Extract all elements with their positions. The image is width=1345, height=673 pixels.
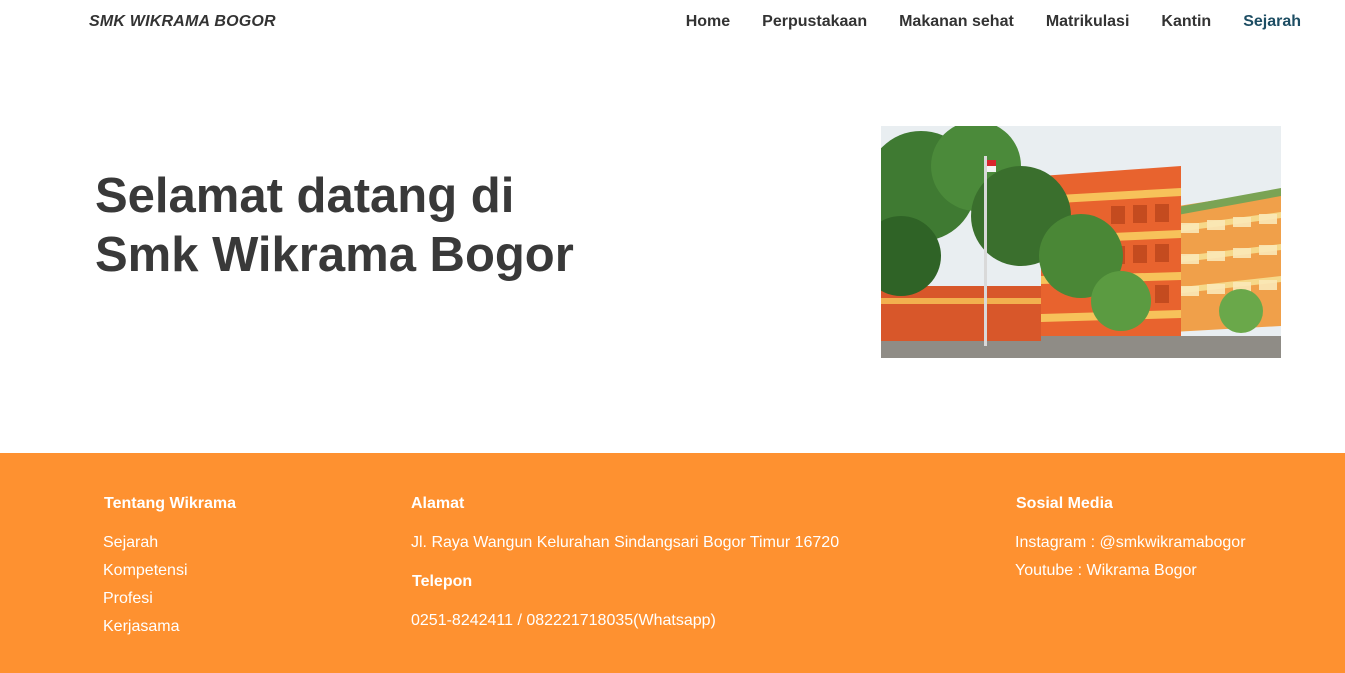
- footer-address-text: Jl. Raya Wangun Kelurahan Sindangsari Bo…: [411, 534, 840, 551]
- nav-link-sejarah[interactable]: Sejarah: [1243, 13, 1301, 31]
- nav-link-matrikulasi[interactable]: Matrikulasi: [1046, 13, 1130, 31]
- footer-link-kompetensi[interactable]: Kompetensi: [103, 562, 188, 580]
- school-building-photo: [881, 126, 1281, 358]
- brand-logo-text[interactable]: SMK WIKRAMA BOGOR: [89, 13, 276, 31]
- nav-link-home[interactable]: Home: [686, 13, 730, 31]
- footer-instagram-link[interactable]: Instagram : @smkwikramabogor: [1015, 534, 1246, 552]
- footer-about-heading: Tentang Wikrama: [104, 495, 237, 512]
- nav-links: Home Perpustakaan Makanan sehat Matrikul…: [654, 13, 1301, 31]
- footer-link-sejarah[interactable]: Sejarah: [103, 534, 158, 552]
- footer: Tentang Wikrama Sejarah Kompetensi Profe…: [0, 453, 1345, 673]
- hero-title-line-2: Smk Wikrama Bogor: [95, 228, 574, 282]
- nav-link-kantin[interactable]: Kantin: [1161, 13, 1211, 31]
- footer-social-heading: Sosial Media: [1016, 495, 1113, 512]
- footer-phone-text: 0251-8242411 / 082221718035(Whatsapp): [411, 612, 716, 629]
- footer-phone-heading: Telepon: [412, 573, 473, 590]
- footer-youtube-link[interactable]: Youtube : Wikrama Bogor: [1015, 562, 1197, 580]
- hero-title: Selamat datang di Smk Wikrama Bogor: [95, 167, 655, 285]
- nav-link-perpustakaan[interactable]: Perpustakaan: [762, 13, 867, 31]
- nav-link-makanan-sehat[interactable]: Makanan sehat: [899, 13, 1014, 31]
- hero-title-line-1: Selamat datang di: [95, 169, 515, 223]
- footer-link-kerjasama[interactable]: Kerjasama: [103, 618, 179, 636]
- footer-link-profesi[interactable]: Profesi: [103, 590, 153, 608]
- footer-address-heading: Alamat: [411, 495, 465, 512]
- navbar: SMK WIKRAMA BOGOR Home Perpustakaan Maka…: [0, 0, 1345, 45]
